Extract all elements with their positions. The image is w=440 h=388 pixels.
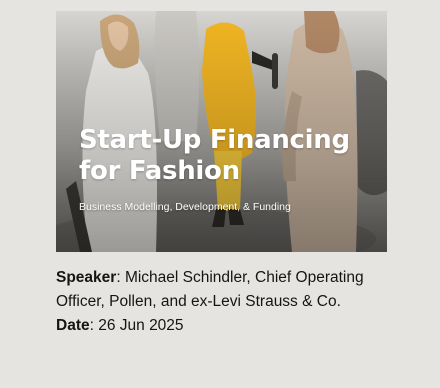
event-title-line-1: Start-Up Financing [79, 125, 350, 155]
event-banner-image[interactable]: Start-Up Financing for Fashion Business … [56, 11, 387, 252]
event-card[interactable]: Start-Up Financing for Fashion Business … [0, 0, 440, 388]
event-title: Start-Up Financing for Fashion [79, 125, 379, 187]
event-details: Speaker: Michael Schindler, Chief Operat… [56, 266, 416, 338]
event-subtitle: Business Modelling, Development, & Fundi… [79, 201, 291, 213]
speaker-line: Speaker: Michael Schindler, Chief Operat… [56, 266, 416, 314]
event-title-line-2: for Fashion [79, 156, 240, 186]
date-value: : 26 Jun 2025 [89, 317, 184, 334]
date-line: Date: 26 Jun 2025 [56, 314, 416, 338]
speaker-label: Speaker [56, 269, 117, 286]
date-label: Date [56, 317, 90, 334]
